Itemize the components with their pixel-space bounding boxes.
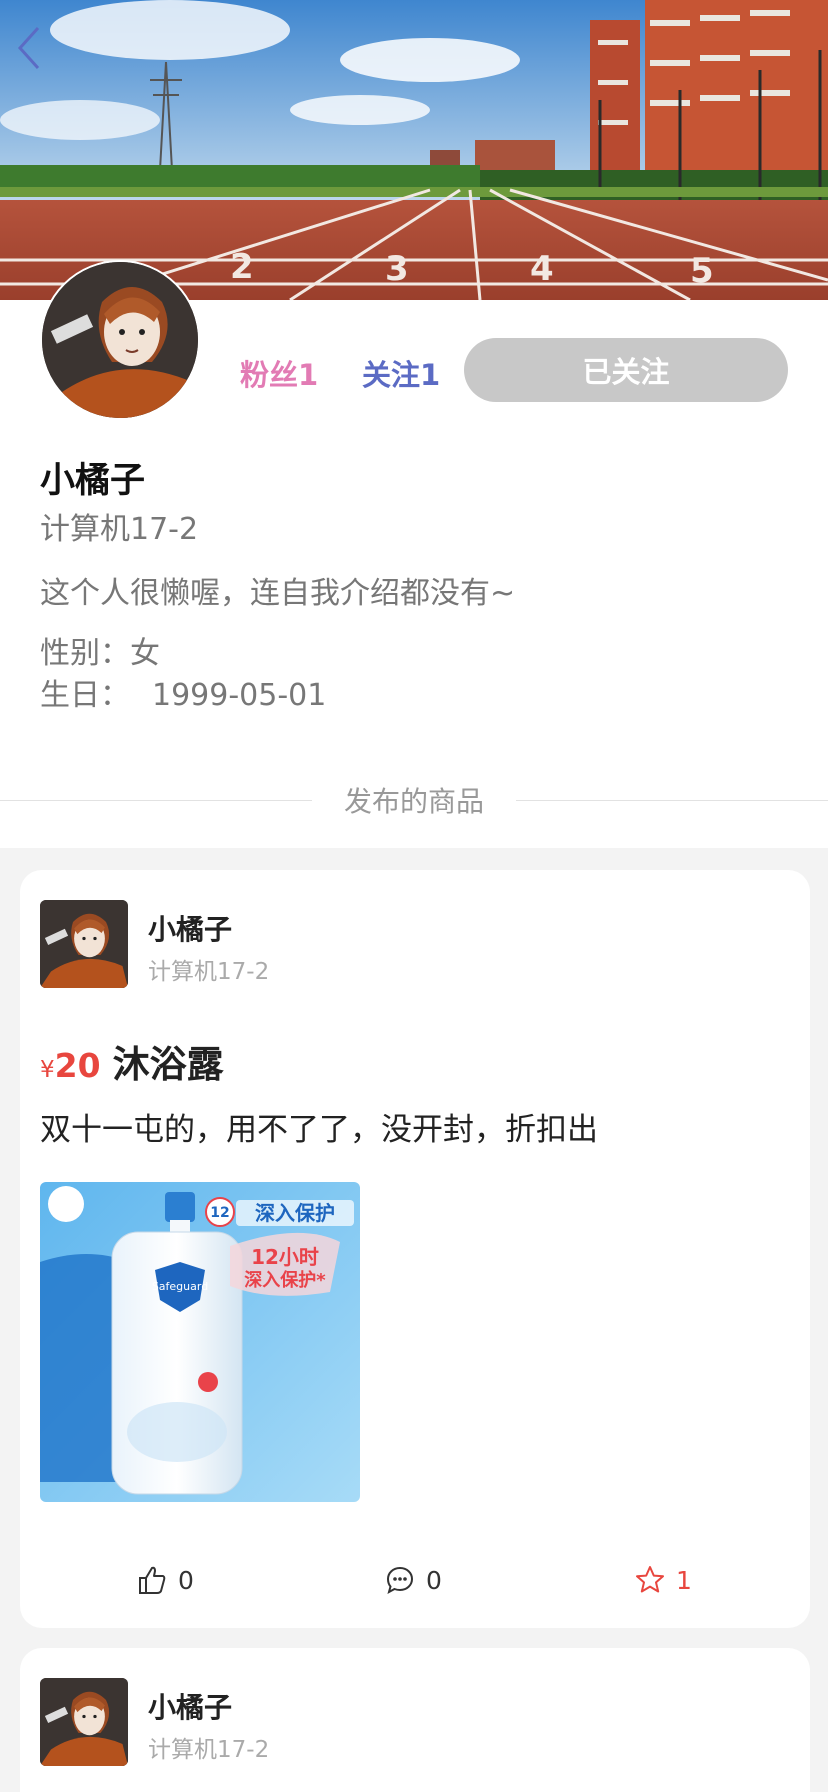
section-divider: 发布的商品 [0, 778, 828, 822]
goods-title: 沐浴露 [112, 1043, 224, 1086]
price-title-row: ¥ 20 沐浴露 [40, 1034, 224, 1088]
price-value: 20 [54, 1046, 101, 1085]
running-track-photo: 2 3 4 5 [0, 0, 828, 300]
product-photo: Safeguard 12 深入保护 12小时 深入保护* [40, 1182, 360, 1502]
svg-text:3: 3 [385, 249, 409, 289]
profile-panel: 粉丝1 关注1 已关注 小橘子 计算机17-2 这个人很懒喔，连自我介绍都没有~… [0, 260, 828, 848]
star-icon [636, 1566, 664, 1593]
gender-label: 性别： [40, 636, 130, 671]
follows-number: 1 [420, 358, 441, 392]
fans-label: 粉丝 [240, 358, 299, 392]
fans-count[interactable]: 粉丝1 [240, 352, 318, 394]
favorite-count: 1 [676, 1565, 692, 1595]
goods-description: 双十一屯的，用不了了，没开封，折扣出 [40, 1112, 598, 1148]
like-button[interactable]: 0 [136, 1564, 194, 1596]
user-class: 计算机17-2 [40, 512, 199, 547]
user-gender: 性别：女 [40, 628, 160, 672]
birthday-label: 生日： [40, 678, 130, 713]
post-author-name: 小橘子 [148, 913, 233, 946]
price-symbol: ¥ [40, 1057, 55, 1083]
tagline-text: 深入保护 [255, 1201, 335, 1225]
user-bio: 这个人很懒喔，连自我介绍都没有~ [40, 576, 516, 611]
post-actions: 0 0 1 [20, 1564, 810, 1614]
goods-image[interactable]: Safeguard 12 深入保护 12小时 深入保护* [40, 1182, 360, 1502]
post-author-class: 计算机17-2 [148, 959, 270, 985]
follows-count[interactable]: 关注1 [362, 352, 440, 394]
post-author-class: 计算机17-2 [148, 1737, 270, 1763]
divider-line-right [516, 800, 828, 801]
goods-card[interactable]: 小橘子 计算机17-2 ¥ 20 沐浴露 双十一屯的，用不了了，没开封，折扣出 [20, 870, 810, 1628]
birthday-value: 1999-05-01 [152, 678, 327, 713]
fans-number: 1 [298, 358, 319, 392]
header-banner: 2 3 4 5 [0, 0, 828, 300]
comment-button[interactable]: 0 [384, 1564, 442, 1596]
post-author-name: 小橘子 [148, 1691, 233, 1724]
avatar-illustration [40, 900, 128, 988]
big-line1-text: 12小时 [251, 1245, 319, 1269]
favorite-button[interactable]: 1 [634, 1564, 692, 1596]
back-button[interactable] [8, 20, 52, 76]
follows-label: 关注 [362, 358, 421, 392]
goods-card[interactable]: 小橘子 计算机17-2 [20, 1648, 810, 1792]
avatar-illustration [42, 262, 198, 418]
svg-text:2: 2 [230, 247, 254, 287]
comment-icon [386, 1566, 414, 1595]
post-author-avatar[interactable] [40, 1678, 128, 1766]
user-name: 小橘子 [40, 461, 146, 501]
badge-text: 12 [210, 1205, 229, 1221]
big-line2-text: 深入保护* [244, 1269, 326, 1291]
followed-button[interactable]: 已关注 [464, 338, 788, 402]
chevron-left-icon [17, 26, 40, 70]
avatar-illustration [40, 1678, 128, 1766]
user-birthday: 生日： 1999-05-01 [40, 670, 326, 714]
comment-count: 0 [426, 1565, 442, 1595]
svg-text:5: 5 [690, 251, 714, 291]
like-count: 0 [178, 1565, 194, 1595]
thumbs-up-icon [139, 1566, 166, 1594]
user-avatar[interactable] [40, 260, 200, 420]
gender-value: 女 [130, 636, 160, 671]
svg-text:4: 4 [530, 249, 554, 289]
post-author-avatar[interactable] [40, 900, 128, 988]
brand-text: Safeguard [152, 1280, 208, 1293]
